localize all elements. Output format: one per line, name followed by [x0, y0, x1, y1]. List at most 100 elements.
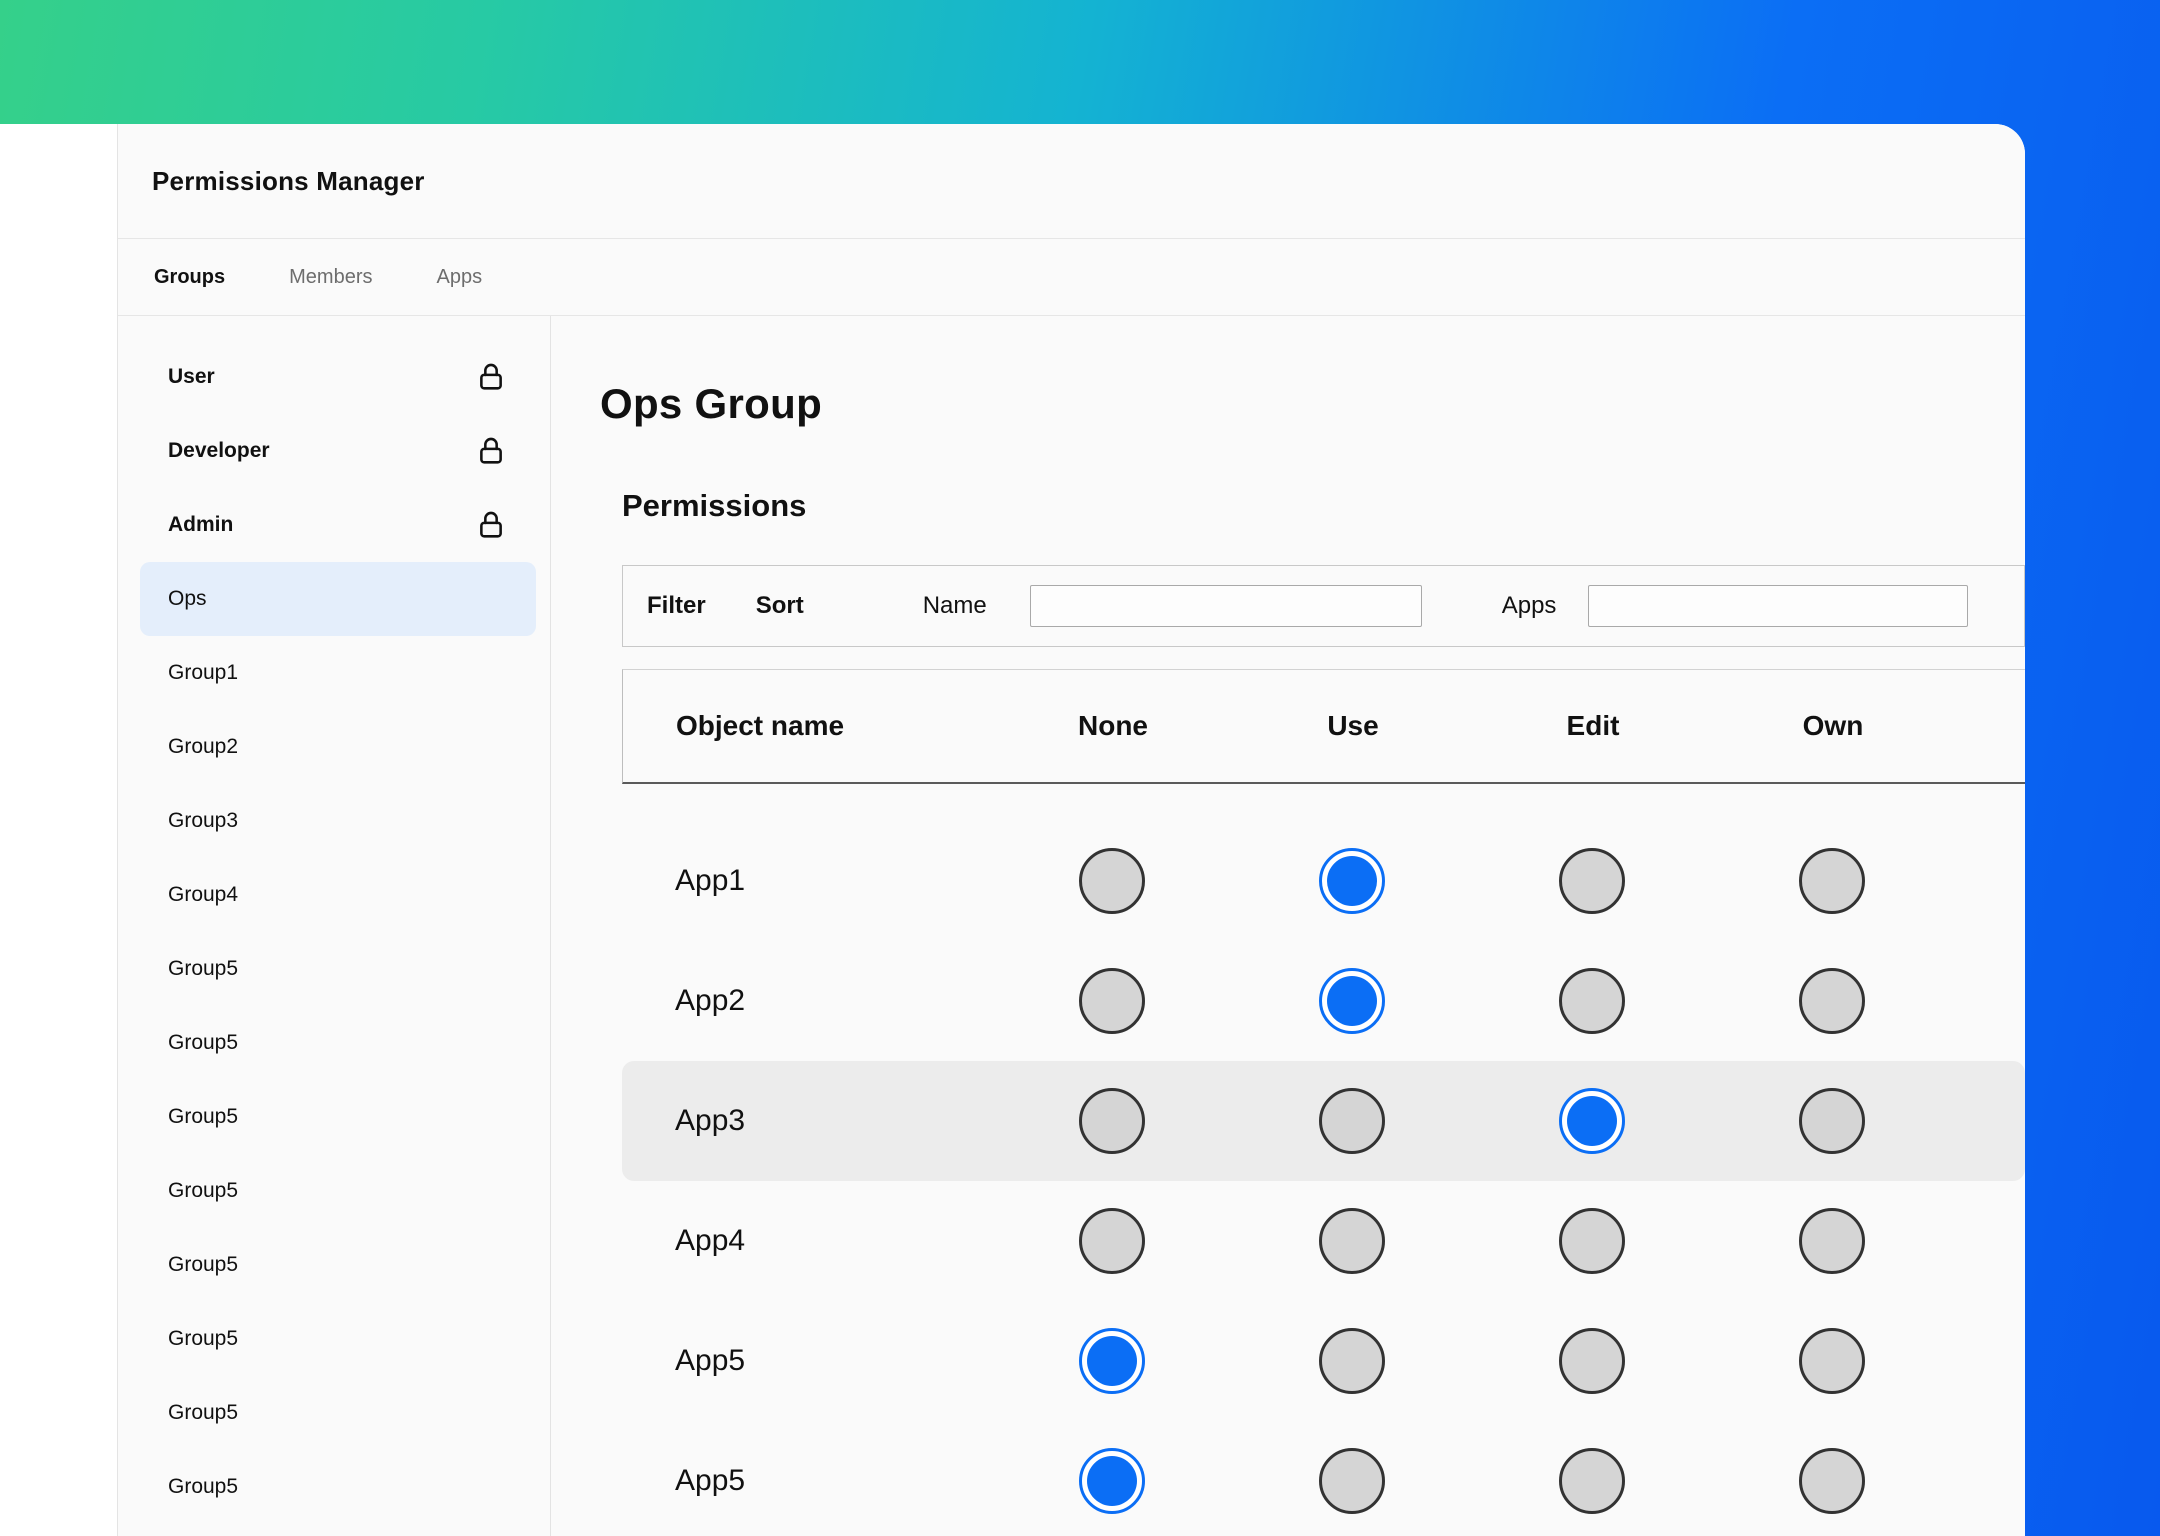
- permission-radio-use[interactable]: [1319, 968, 1385, 1034]
- name-filter-label: Name: [922, 592, 987, 619]
- sidebar-item[interactable]: Group5: [140, 1450, 536, 1524]
- own-cell: [1712, 1328, 1952, 1394]
- permission-radio-use[interactable]: [1319, 1208, 1385, 1274]
- sidebar-item[interactable]: Ops: [140, 562, 536, 636]
- tab[interactable]: Members: [289, 266, 372, 289]
- permission-radio-use[interactable]: [1319, 1088, 1385, 1154]
- sidebar-item-label: Group5: [168, 1401, 239, 1424]
- sidebar-item-label: Group5: [168, 1179, 239, 1202]
- permission-radio-own[interactable]: [1799, 1088, 1865, 1154]
- sidebar-item[interactable]: Developer: [140, 414, 536, 488]
- tab[interactable]: Apps: [436, 266, 482, 289]
- app-title: Permissions Manager: [152, 165, 425, 196]
- column-header-edit: Edit: [1566, 710, 1620, 741]
- sidebar-item[interactable]: Admin: [140, 488, 536, 562]
- lock-icon: [474, 360, 508, 394]
- own-cell: [1712, 968, 1952, 1034]
- permission-radio-none[interactable]: [1079, 1448, 1145, 1514]
- sidebar-item-label: Developer: [168, 439, 270, 462]
- column-header-own: Own: [1802, 710, 1864, 741]
- permission-radio-none[interactable]: [1079, 848, 1145, 914]
- own-cell: [1712, 1448, 1952, 1514]
- table-row: App3: [622, 1061, 2025, 1181]
- permission-radio-own[interactable]: [1799, 968, 1865, 1034]
- sidebar-item[interactable]: Group5: [140, 1006, 536, 1080]
- edit-cell: [1472, 968, 1712, 1034]
- group-title: Ops Group: [600, 380, 823, 427]
- groups-sidebar: User Developer Admin Ops Group1 Group2 G…: [118, 316, 551, 1536]
- none-cell: [992, 1328, 1232, 1394]
- permission-radio-use[interactable]: [1319, 848, 1385, 914]
- sidebar-item[interactable]: Group5: [140, 1154, 536, 1228]
- permission-radio-edit[interactable]: [1559, 1208, 1625, 1274]
- none-cell: [992, 1208, 1232, 1274]
- own-cell: [1712, 1208, 1952, 1274]
- sidebar-item-label: Group3: [168, 809, 239, 832]
- edit-cell: [1472, 848, 1712, 914]
- edit-cell: [1472, 1328, 1712, 1394]
- sidebar-item[interactable]: Group3: [140, 784, 536, 858]
- permission-radio-use[interactable]: [1319, 1328, 1385, 1394]
- name-filter-input[interactable]: [1029, 585, 1422, 627]
- tab[interactable]: Groups: [154, 266, 225, 289]
- filter-button[interactable]: Filter: [647, 592, 706, 620]
- permission-radio-own[interactable]: [1799, 1448, 1865, 1514]
- permission-radio-none[interactable]: [1079, 1328, 1145, 1394]
- own-cell: [1712, 1088, 1952, 1154]
- window-header: Permissions Manager: [118, 124, 2025, 239]
- edit-cell: [1472, 1088, 1712, 1154]
- sidebar-item-label: Group1: [168, 661, 239, 684]
- permissions-table: Object name None Use Edit Own App1 App2 …: [622, 669, 2025, 1536]
- sidebar-item-label: User: [168, 365, 215, 388]
- sidebar-item-label: Group5: [168, 1105, 239, 1128]
- none-cell: [992, 1088, 1232, 1154]
- table-row: App5: [622, 1301, 2025, 1421]
- sidebar-item[interactable]: Group5: [140, 1302, 536, 1376]
- app-name: App4: [675, 1224, 746, 1257]
- sidebar-item[interactable]: Group5: [140, 1376, 536, 1450]
- table-row: App4: [622, 1181, 2025, 1301]
- permission-radio-own[interactable]: [1799, 1208, 1865, 1274]
- lock-icon: [474, 508, 508, 542]
- table-row: App1: [622, 821, 2025, 941]
- sidebar-item[interactable]: User: [140, 340, 536, 414]
- permission-radio-own[interactable]: [1799, 1328, 1865, 1394]
- sidebar-item[interactable]: Group2: [140, 710, 536, 784]
- permissions-section-title: Permissions: [622, 488, 807, 523]
- page-background: Permissions Manager Groups Members Apps Us…: [0, 0, 2160, 1536]
- permission-radio-use[interactable]: [1319, 1448, 1385, 1514]
- use-cell: [1232, 848, 1472, 914]
- permission-radio-edit[interactable]: [1559, 848, 1625, 914]
- permission-radio-edit[interactable]: [1559, 1088, 1625, 1154]
- sidebar-item[interactable]: Group4: [140, 858, 536, 932]
- permission-radio-edit[interactable]: [1559, 1328, 1625, 1394]
- app-name: App5: [675, 1464, 746, 1497]
- permission-radio-none[interactable]: [1079, 1208, 1145, 1274]
- sidebar-item-label: Group2: [168, 735, 239, 758]
- apps-filter-label: Apps: [1501, 592, 1557, 619]
- permission-radio-edit[interactable]: [1559, 968, 1625, 1034]
- sidebar-item-label: Group5: [168, 1327, 239, 1350]
- sidebar-item[interactable]: Group5: [140, 1080, 536, 1154]
- tab-bar: Groups Members Apps: [118, 239, 2025, 316]
- permission-radio-none[interactable]: [1079, 968, 1145, 1034]
- use-cell: [1232, 1448, 1472, 1514]
- apps-filter-input[interactable]: [1588, 585, 1969, 627]
- sort-button[interactable]: Sort: [756, 592, 804, 620]
- permission-radio-own[interactable]: [1799, 848, 1865, 914]
- table-row: App2: [622, 941, 2025, 1061]
- table-row: App5: [622, 1421, 2025, 1536]
- window-body: User Developer Admin Ops Group1 Group2 G…: [118, 316, 2025, 1536]
- column-header-use: Use: [1327, 710, 1379, 741]
- sidebar-item[interactable]: Group1: [140, 636, 536, 710]
- none-cell: [992, 848, 1232, 914]
- sidebar-item[interactable]: Group5: [140, 1228, 536, 1302]
- use-cell: [1232, 1088, 1472, 1154]
- sidebar-item-label: Group5: [168, 1475, 239, 1498]
- sidebar-item[interactable]: Group5: [140, 932, 536, 1006]
- app-name: App3: [675, 1104, 746, 1137]
- permission-radio-none[interactable]: [1079, 1088, 1145, 1154]
- permission-radio-edit[interactable]: [1559, 1448, 1625, 1514]
- app-name: App5: [675, 1344, 746, 1377]
- permissions-manager-window: Permissions Manager Groups Members Apps Us…: [117, 124, 2025, 1536]
